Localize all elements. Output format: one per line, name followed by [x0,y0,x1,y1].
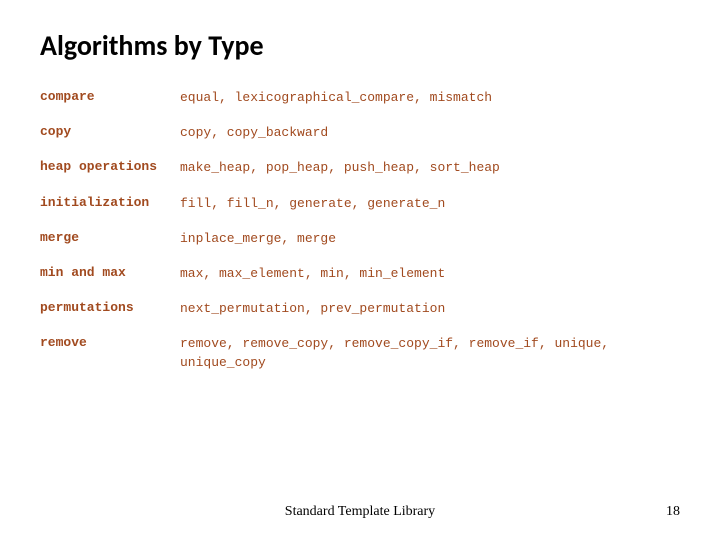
category-cell: permutations [40,300,180,316]
items-cell: equal, lexicographical_compare, mismatch [180,89,680,107]
items-cell: inplace_merge, merge [180,230,680,248]
table-row: permutations next_permutation, prev_perm… [40,300,680,318]
items-cell: remove, remove_copy, remove_copy_if, rem… [180,335,680,371]
items-cell: max, max_element, min, min_element [180,265,680,283]
category-cell: initialization [40,195,180,211]
algorithm-table: compare equal, lexicographical_compare, … [40,89,680,372]
items-cell: next_permutation, prev_permutation [180,300,680,318]
category-cell: merge [40,230,180,246]
items-cell: copy, copy_backward [180,124,680,142]
category-cell: copy [40,124,180,140]
table-row: copy copy, copy_backward [40,124,680,142]
category-cell: min and max [40,265,180,281]
table-row: merge inplace_merge, merge [40,230,680,248]
category-cell: remove [40,335,180,351]
footer-label: Standard Template Library [0,504,720,520]
category-cell: compare [40,89,180,105]
category-cell: heap operations [40,159,180,175]
page-number: 18 [666,504,680,520]
table-row: compare equal, lexicographical_compare, … [40,89,680,107]
table-row: min and max max, max_element, min, min_e… [40,265,680,283]
items-cell: make_heap, pop_heap, push_heap, sort_hea… [180,159,680,177]
items-cell: fill, fill_n, generate, generate_n [180,195,680,213]
page-title: Algorithms by Type [40,28,680,63]
table-row: heap operations make_heap, pop_heap, pus… [40,159,680,177]
slide: Algorithms by Type compare equal, lexico… [0,0,720,540]
table-row: initialization fill, fill_n, generate, g… [40,195,680,213]
table-row: remove remove, remove_copy, remove_copy_… [40,335,680,371]
